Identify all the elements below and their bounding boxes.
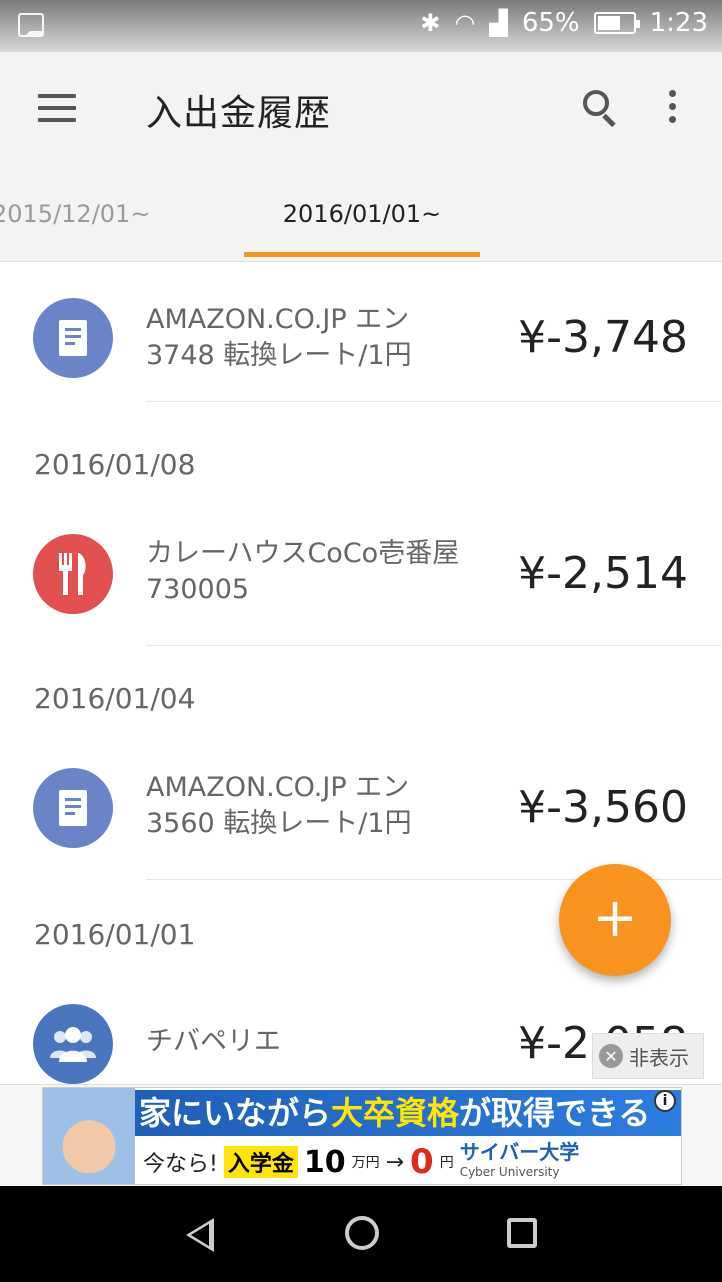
ad-baby-image	[43, 1088, 135, 1184]
home-icon[interactable]	[345, 1216, 379, 1250]
transaction-amount: ¥-3,748	[518, 312, 688, 363]
app-bar: 入出金履歴 2015/12/01~ 2016/01/01~	[0, 52, 722, 262]
close-icon: ✕	[599, 1044, 623, 1068]
ad-brand: サイバー大学 Cyber University	[459, 1140, 580, 1179]
book-icon	[33, 298, 113, 378]
fork-knife-icon	[33, 534, 113, 614]
signal-icon: ▟	[489, 9, 508, 37]
gallery-icon	[18, 13, 44, 37]
search-icon[interactable]	[583, 90, 617, 128]
tab-previous-period[interactable]: 2015/12/01~	[0, 200, 150, 228]
plus-icon: +	[592, 886, 638, 949]
bluetooth-icon: ✱	[420, 9, 441, 37]
transaction-row[interactable]: AMAZON.CO.JP エン 3560 転換レート/1円 ¥-3,560	[0, 740, 722, 880]
transaction-amount: ¥-3,560	[518, 782, 688, 833]
battery-percent: 65%	[521, 8, 580, 38]
page-title: 入出金履歴	[146, 93, 332, 134]
transaction-amount: ¥-2,514	[518, 548, 688, 599]
ad-headline: 家にいながら大卒資格が取得できる	[135, 1090, 681, 1136]
transaction-description: AMAZON.CO.JP エン 3560 転換レート/1円	[146, 772, 412, 839]
transaction-description: チバペリエ	[146, 1026, 281, 1057]
menu-icon[interactable]	[38, 94, 76, 122]
info-icon[interactable]: i	[654, 1090, 676, 1112]
date-header: 2016/01/01	[34, 918, 196, 951]
book-icon	[33, 768, 113, 848]
recent-apps-icon[interactable]	[507, 1218, 537, 1248]
people-icon	[33, 1004, 113, 1084]
wifi-icon: ◠	[454, 9, 476, 37]
ad-subline: 今なら! 入学金 10 万円 → 0円 サイバー大学 Cyber Universit…	[143, 1140, 580, 1182]
transaction-row[interactable]: AMAZON.CO.JP エン 3748 転換レート/1円 ¥-3,748	[0, 262, 722, 402]
period-tabs: 2015/12/01~ 2016/01/01~	[0, 184, 722, 262]
transaction-description: カレーハウスCoCo壱番屋 730005	[146, 538, 460, 605]
transaction-description: AMAZON.CO.JP エン 3748 転換レート/1円	[146, 304, 412, 371]
date-header: 2016/01/08	[34, 448, 196, 481]
clock: 1:23	[649, 8, 708, 38]
back-icon[interactable]	[186, 1218, 214, 1252]
add-transaction-button[interactable]: +	[559, 864, 671, 976]
ad-hide-label: 非表示	[629, 1045, 689, 1070]
ad-banner[interactable]: 家にいながら大卒資格が取得できる 今なら! 入学金 10 万円 → 0円 サイバー…	[42, 1087, 682, 1185]
date-header: 2016/01/04	[34, 682, 196, 715]
battery-icon	[593, 12, 640, 34]
more-options-icon[interactable]	[666, 90, 678, 126]
tab-indicator	[244, 252, 480, 257]
status-bar: ✱ ◠ ▟ 65% 1:23	[0, 0, 722, 52]
ad-bar: 家にいながら大卒資格が取得できる 今なら! 入学金 10 万円 → 0円 サイバー…	[0, 1084, 722, 1186]
tab-current-period[interactable]: 2016/01/01~	[244, 200, 480, 228]
ad-hide-button[interactable]: ✕ 非表示	[592, 1033, 704, 1079]
system-nav-bar	[0, 1186, 722, 1282]
transaction-row[interactable]: カレーハウスCoCo壱番屋 730005 ¥-2,514	[0, 506, 722, 646]
